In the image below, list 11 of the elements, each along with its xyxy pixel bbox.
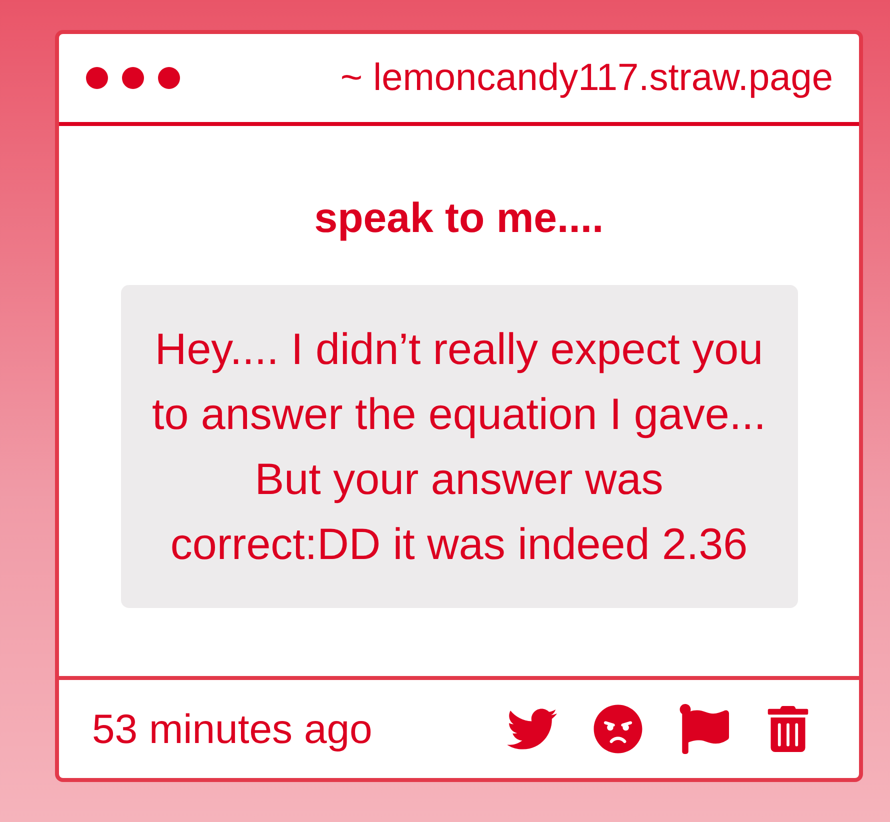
angry-face-icon <box>593 704 643 754</box>
page-url: ~ lemoncandy117.straw.page <box>340 56 833 100</box>
delete-button[interactable] <box>765 706 811 752</box>
window-dots-icon <box>86 67 180 89</box>
react-button[interactable] <box>593 704 643 754</box>
report-button[interactable] <box>679 704 729 754</box>
prompt-title: speak to me.... <box>314 196 604 240</box>
flag-icon <box>679 704 729 754</box>
message-text: Hey.... I didn’t really expect you to answer the equation I gave... But your answer was correct:DD it was indeed 2.36 <box>151 324 767 570</box>
timestamp: 53 minutes ago <box>92 706 372 752</box>
trash-icon <box>765 706 811 752</box>
